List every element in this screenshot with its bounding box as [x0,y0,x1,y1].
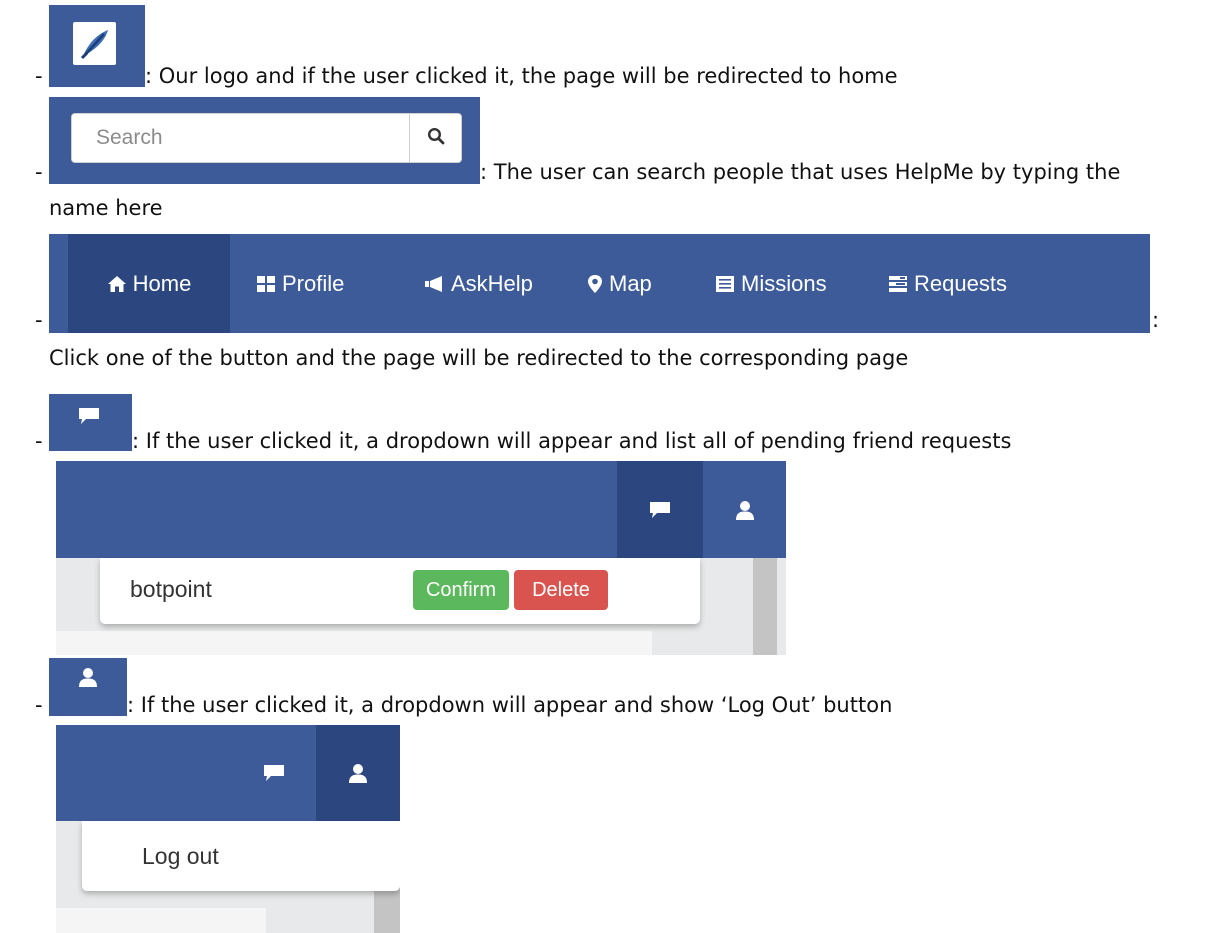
tasks-icon [889,275,907,292]
content-card [56,908,266,933]
nav-item-home[interactable]: Home [68,234,230,333]
friend-requests-button[interactable] [617,461,703,558]
search-panel [49,97,480,184]
search-input[interactable] [72,114,408,162]
delete-button[interactable]: Delete [514,570,608,610]
content-card [56,631,652,655]
nav-description: Click one of the button and the page wil… [49,346,909,370]
nav-item-askhelp[interactable]: AskHelp [423,234,533,333]
nav-item-label: Requests [914,270,1007,296]
friend-request-name: botpoint [130,576,212,602]
navbar: Home Profile AskHelp Map Missions Reques… [49,234,1150,333]
bullet-dash: - [35,64,43,88]
user-menu-description: : If the user clicked it, a dropdown wil… [127,693,893,717]
nav-item-label: Profile [282,270,345,296]
home-icon [107,275,126,292]
scrollbar[interactable] [753,558,777,655]
list-icon [716,275,734,292]
nav-item-label: Missions [741,270,827,296]
user-icon [349,764,367,783]
search-button[interactable] [409,114,462,162]
nav-item-missions[interactable]: Missions [715,234,827,333]
nav-item-label: AskHelp [451,270,533,296]
logout-screenshot: Log out [56,725,400,933]
nav-colon: : [1152,308,1160,332]
nav-item-requests[interactable]: Requests [888,234,1007,333]
map-marker-icon [588,274,602,293]
confirm-button[interactable]: Confirm [413,570,509,610]
chat-icon [79,408,99,424]
search-description-line2: name here [49,196,163,220]
bullet-dash: - [35,160,43,184]
friend-requests-description: : If the user clicked it, a dropdown wil… [132,429,1012,453]
chat-icon [264,765,284,781]
megaphone-icon [425,275,442,292]
friend-requests-screenshot: botpoint Confirm Delete [56,461,786,655]
logo-description: : Our logo and if the user clicked it, t… [145,64,898,88]
search-box [71,113,462,163]
logo-button[interactable] [49,5,145,87]
nav-item-profile[interactable]: Profile [256,234,344,333]
chat-icon [650,501,670,518]
user-menu-button[interactable] [49,658,127,716]
bullet-dash: - [35,693,43,717]
friend-requests-button[interactable] [232,725,316,821]
friend-requests-button[interactable] [49,394,132,451]
nav-item-map[interactable]: Map [587,234,652,333]
user-menu-dropdown: Log out [82,821,400,891]
bullet-dash: - [35,308,43,332]
grid-icon [257,275,275,292]
bullet-dash: - [35,429,43,453]
feather-logo-icon [73,22,116,65]
user-icon [735,500,754,520]
user-menu-button[interactable] [316,725,400,821]
nav-item-label: Map [609,270,652,296]
nav-item-label: Home [132,270,192,296]
friend-requests-dropdown: botpoint Confirm Delete [100,558,700,624]
user-menu-button[interactable] [703,461,786,558]
search-icon [427,127,445,150]
search-description-line1: : The user can search people that uses H… [480,160,1121,184]
user-icon [79,668,97,687]
logout-menu-item[interactable]: Log out [142,843,219,870]
